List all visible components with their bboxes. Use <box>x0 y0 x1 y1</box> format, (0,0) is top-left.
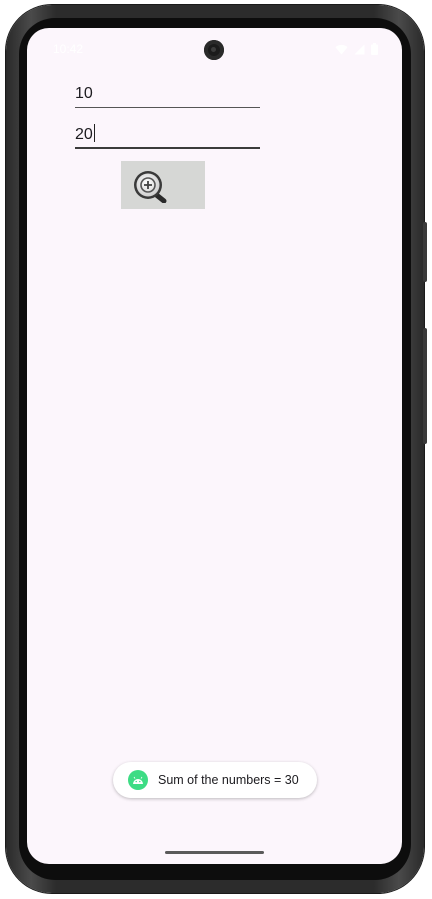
status-time: 10:42 <box>53 42 84 56</box>
status-bar: 10:42 <box>27 28 402 72</box>
calculate-sum-button[interactable] <box>121 161 205 209</box>
zoom-in-icon <box>134 171 167 203</box>
text-cursor <box>93 124 96 142</box>
signal-icon <box>354 44 365 54</box>
gesture-nav-handle[interactable] <box>165 851 264 854</box>
first-number-input[interactable]: 10 <box>75 80 260 108</box>
status-left: 10:42 <box>53 42 83 56</box>
toast-text: Sum of the numbers = 30 <box>158 773 299 787</box>
second-number-value: 20 <box>75 126 93 143</box>
battery-icon <box>371 43 378 55</box>
first-number-value: 10 <box>75 85 93 102</box>
second-number-input[interactable]: 20 <box>75 121 260 149</box>
app-screen: 10:42 10 20 Sum of the numbers = 30 <box>27 28 402 864</box>
android-icon <box>128 770 148 790</box>
front-camera <box>204 40 224 60</box>
wifi-icon <box>335 44 348 54</box>
toast-message: Sum of the numbers = 30 <box>113 762 317 798</box>
volume-button <box>423 328 427 444</box>
power-button <box>423 222 427 282</box>
android-robot-glyph <box>133 776 143 784</box>
status-icons <box>335 43 378 55</box>
